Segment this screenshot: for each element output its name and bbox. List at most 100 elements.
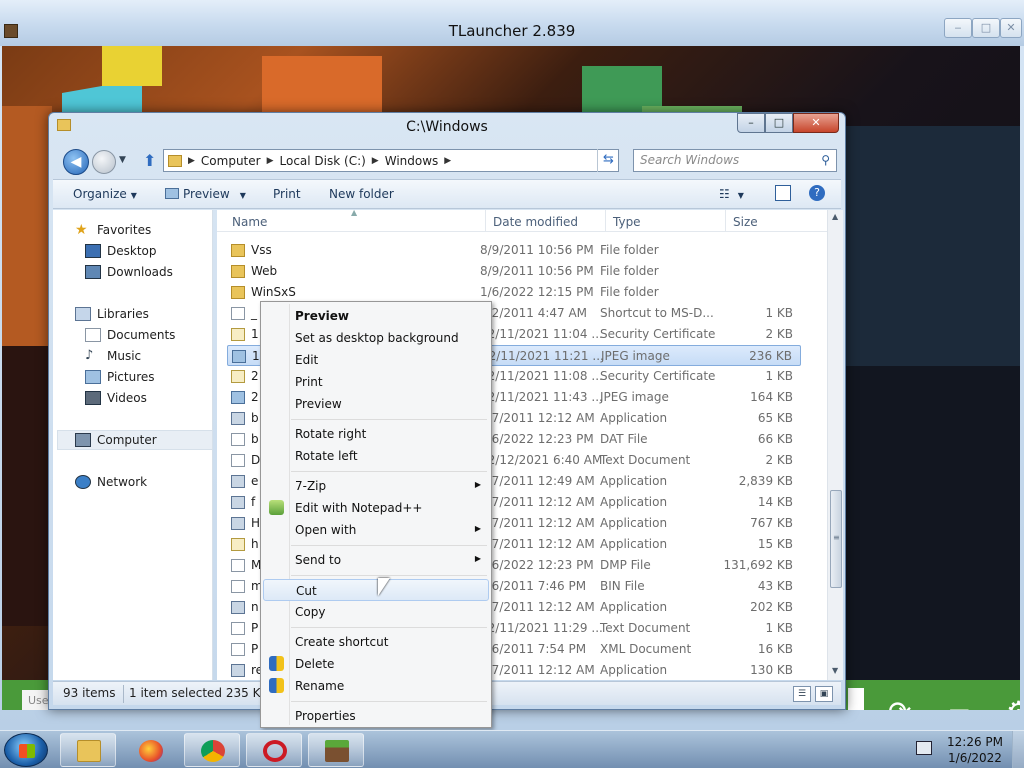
taskbar-firefox[interactable] (122, 733, 178, 767)
libraries-icon (75, 307, 91, 321)
file-name: H (251, 516, 261, 530)
minimize-button[interactable]: – (737, 113, 765, 133)
up-arrow-icon[interactable]: ⬆ (143, 151, 156, 170)
notepadpp-icon (269, 500, 284, 515)
start-button[interactable] (4, 733, 48, 767)
breadcrumb-chevron-icon[interactable]: ▶ (267, 156, 274, 166)
chevron-down-icon: ▼ (130, 191, 137, 200)
tlauncher-titlebar[interactable]: TLauncher 2.839 ‒ □ ✕ (0, 0, 1024, 46)
menu-item-preview[interactable]: Preview (263, 393, 489, 415)
menu-separator (291, 575, 487, 576)
network-tray-icon[interactable] (916, 741, 932, 755)
menu-item-set-as-desktop-background[interactable]: Set as desktop background (263, 327, 489, 349)
settings-icon[interactable]: ⚙ (1006, 698, 1020, 711)
search-input[interactable]: Search Windows ⚲ (633, 149, 837, 172)
nav-downloads[interactable]: Downloads (85, 265, 173, 279)
file-type: BIN File (600, 579, 645, 593)
details-view-icon[interactable]: ☰ (793, 686, 811, 702)
menu-item-edit[interactable]: Edit (263, 349, 489, 371)
breadcrumb-chevron-icon[interactable]: ▶ (188, 156, 195, 166)
new-folder-button[interactable]: New folder (329, 187, 394, 201)
large-icons-view-icon[interactable]: ▣ (815, 686, 833, 702)
tlauncher-close-button[interactable]: ✕ (1000, 18, 1022, 38)
nav-videos[interactable]: Videos (85, 391, 147, 405)
file-size: 767 KB (750, 516, 793, 530)
nav-documents[interactable]: Documents (85, 328, 175, 342)
menu-item-preview[interactable]: Preview (263, 305, 489, 327)
taskbar-chrome[interactable] (184, 733, 240, 767)
column-date-modified[interactable]: Date modified (493, 215, 578, 229)
forward-button[interactable] (92, 150, 116, 174)
breadcrumb-chevron-icon[interactable]: ▶ (444, 156, 451, 166)
taskbar-opera[interactable] (246, 733, 302, 767)
tlauncher-side-logo: DS (848, 688, 864, 710)
scroll-up-icon[interactable]: ▲ (832, 212, 838, 221)
column-name[interactable]: Name (232, 215, 267, 229)
help-icon[interactable]: ? (809, 185, 825, 201)
maximize-button[interactable]: □ (765, 113, 793, 133)
menu-item-label: Rotate right (295, 427, 367, 441)
column-divider[interactable] (725, 210, 726, 232)
menu-item-rotate-right[interactable]: Rotate right (263, 423, 489, 445)
tlauncher-minimize-button[interactable]: ‒ (944, 18, 972, 38)
vertical-scrollbar[interactable]: ▲ ≡ ▼ (827, 210, 843, 680)
nav-libraries[interactable]: Libraries (75, 307, 149, 321)
scroll-down-icon[interactable]: ▼ (832, 666, 838, 675)
column-divider[interactable] (605, 210, 606, 232)
nav-computer[interactable]: Computer (75, 433, 157, 447)
breadcrumb-local-disk[interactable]: Local Disk (C:) (280, 154, 366, 168)
folder-icon[interactable]: ▭ (948, 698, 971, 710)
breadcrumb-chevron-icon[interactable]: ▶ (372, 156, 379, 166)
system-clock[interactable]: 12:26 PM 1/6/2022 (940, 734, 1010, 766)
search-icon[interactable]: ⚲ (821, 153, 830, 167)
menu-item-edit-with-notepad[interactable]: Edit with Notepad++ (263, 497, 489, 519)
file-name: D (251, 453, 261, 467)
taskbar-explorer[interactable] (60, 733, 116, 767)
menu-item-print[interactable]: Print (263, 371, 489, 393)
nav-network[interactable]: Network (75, 475, 147, 489)
nav-desktop[interactable]: Desktop (85, 244, 157, 258)
nav-music[interactable]: ♪ Music (85, 349, 141, 364)
refresh-icon[interactable]: ⟳ (888, 698, 911, 711)
menu-item-create-shortcut[interactable]: Create shortcut (263, 631, 489, 653)
address-bar[interactable]: ▶ Computer ▶ Local Disk (C:) ▶ Windows ▶ (163, 149, 619, 172)
nav-favorites[interactable]: ★ Favorites (75, 223, 151, 237)
scrollbar-thumb[interactable]: ≡ (830, 490, 842, 588)
menu-item-7-zip[interactable]: 7-Zip ▶ (263, 475, 489, 497)
menu-item-rotate-left[interactable]: Rotate left (263, 445, 489, 467)
taskbar-minecraft[interactable] (308, 733, 364, 767)
menu-item-delete[interactable]: Delete (263, 653, 489, 675)
table-row[interactable]: WinSxS 1/6/2022 12:15 PM File folder (227, 282, 801, 303)
file-type: DMP File (600, 558, 651, 572)
preview-button[interactable]: Preview ▼ (165, 187, 246, 201)
menu-item-rename[interactable]: Rename (263, 675, 489, 697)
column-size[interactable]: Size (733, 215, 758, 229)
menu-item-cut[interactable]: Cut (263, 579, 489, 601)
column-type[interactable]: Type (613, 215, 641, 229)
menu-item-properties[interactable]: Properties (263, 705, 489, 727)
menu-item-send-to[interactable]: Send to ▶ (263, 549, 489, 571)
organize-button[interactable]: Organize ▼ (73, 187, 137, 201)
table-row[interactable]: Web 8/9/2011 10:56 PM File folder (227, 261, 801, 282)
back-button[interactable]: ◀ (63, 149, 89, 175)
menu-item-copy[interactable]: Copy (263, 601, 489, 623)
refresh-icon[interactable]: ⇆ (597, 149, 619, 172)
show-desktop-button[interactable] (1012, 731, 1024, 768)
folder-icon (231, 265, 245, 278)
breadcrumb-windows[interactable]: Windows (385, 154, 439, 168)
print-button[interactable]: Print (273, 187, 301, 201)
preview-pane-button[interactable] (775, 185, 791, 201)
breadcrumb-computer[interactable]: Computer (201, 154, 261, 168)
nav-pictures[interactable]: Pictures (85, 370, 155, 384)
menu-separator (291, 545, 487, 546)
file-type: Shortcut to MS-D... (600, 306, 714, 320)
recent-pages-dropdown[interactable]: ▼ (119, 155, 126, 165)
tlauncher-maximize-button[interactable]: □ (972, 18, 1000, 38)
column-divider[interactable] (485, 210, 486, 232)
close-button[interactable]: ✕ (793, 113, 839, 133)
menu-item-open-with[interactable]: Open with ▶ (263, 519, 489, 541)
mouse-cursor-icon (378, 578, 390, 596)
change-view-button[interactable]: ☷ ▼ (719, 187, 744, 201)
menu-item-label: Print (295, 375, 323, 389)
table-row[interactable]: Vss 8/9/2011 10:56 PM File folder (227, 240, 801, 261)
